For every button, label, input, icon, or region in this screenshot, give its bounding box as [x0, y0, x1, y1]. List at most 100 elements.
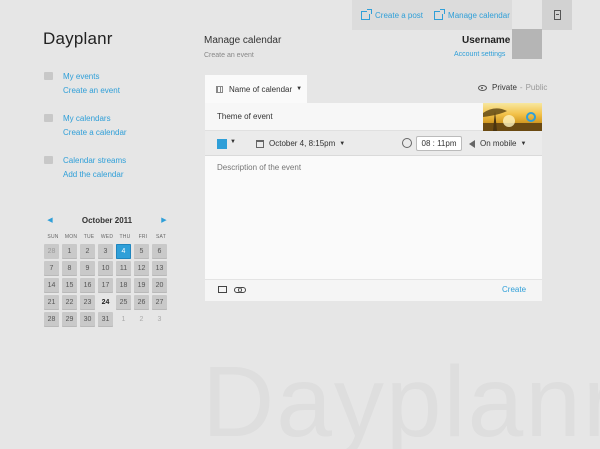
calendar-day[interactable]: 31	[98, 312, 113, 327]
calendar-day[interactable]: 5	[134, 244, 149, 259]
next-month-button[interactable]: ▶	[158, 216, 170, 224]
speaker-icon	[469, 139, 475, 148]
calendar-day[interactable]: 13	[152, 261, 167, 276]
calendar-name-label: Name of calendar	[229, 84, 293, 94]
manage-calendar-link[interactable]: Manage calendar	[434, 8, 510, 20]
avatar[interactable]	[512, 29, 542, 59]
calendar-list-icon	[216, 85, 223, 93]
calendar-day[interactable]: 17	[98, 278, 113, 293]
chevron-down-icon: ▼	[339, 140, 346, 147]
create-calendar-link[interactable]: Create a calendar	[63, 126, 127, 140]
privacy-private-option[interactable]: Private	[492, 83, 517, 92]
calendar-day[interactable]: 10	[98, 261, 113, 276]
app-logo[interactable]: Dayplanr	[43, 29, 113, 49]
calendar-day-today[interactable]: 24	[98, 295, 113, 310]
calendar-day[interactable]: 6	[152, 244, 167, 259]
calendar-day[interactable]: 21	[44, 295, 59, 310]
calendar-day[interactable]: 19	[134, 278, 149, 293]
calendar-day[interactable]: 27	[152, 295, 167, 310]
calendar-day[interactable]: 23	[80, 295, 95, 310]
calendar-day[interactable]: 9	[80, 261, 95, 276]
calendar-day[interactable]: 2	[134, 312, 149, 327]
image-icon[interactable]	[218, 286, 227, 293]
notify-dropdown[interactable]: On mobile ▼	[469, 139, 526, 148]
calendar-day[interactable]: 16	[80, 278, 95, 293]
page-title: Manage calendar	[204, 35, 282, 46]
calendar-day[interactable]: 20	[152, 278, 167, 293]
add-calendar-link[interactable]: Add the calendar	[63, 168, 126, 182]
chevron-down-icon[interactable]: ▼	[230, 139, 236, 145]
create-post-icon	[361, 8, 372, 20]
eye-icon	[478, 84, 487, 91]
manage-calendar-icon	[434, 8, 446, 20]
calendar-day-selected[interactable]: 4	[116, 244, 131, 259]
prev-month-button[interactable]: ◀	[44, 216, 56, 224]
calendar-day[interactable]: 28	[44, 244, 59, 259]
create-event-link[interactable]: Create an event	[63, 84, 120, 98]
chevron-down-icon: ▼	[296, 86, 303, 92]
calendar-day[interactable]: 2	[80, 244, 95, 259]
calendar-month-title: October 2011	[81, 215, 133, 225]
calendar-day[interactable]: 14	[44, 278, 59, 293]
chevron-down-icon: ▼	[520, 140, 527, 147]
calendar-streams-link[interactable]: Calendar streams	[63, 154, 126, 168]
calendar-grid: 28 1 2 3 4 5 6 7 8 9 10 11 12 13 14 15 16 17 18 19 20 21 22 23 2…	[44, 244, 167, 327]
calendar-day[interactable]: 15	[62, 278, 77, 293]
create-post-label: Create a post	[375, 10, 424, 20]
top-actions-bar: Create a post Manage calendar	[352, 0, 512, 30]
calendar-day[interactable]: 18	[116, 278, 131, 293]
manage-calendar-label: Manage calendar	[448, 10, 510, 20]
my-events-link[interactable]: My events	[63, 70, 120, 84]
logout-button[interactable]	[542, 0, 572, 30]
create-post-link[interactable]: Create a post	[361, 8, 424, 20]
weekday-label: THU	[119, 234, 131, 240]
color-picker-swatch[interactable]	[217, 139, 227, 149]
calendar-day[interactable]: 8	[62, 261, 77, 276]
calendar-day[interactable]: 30	[80, 312, 95, 327]
calendar-name-dropdown[interactable]: Name of calendar ▼	[205, 75, 307, 103]
alarm-clock-icon	[402, 138, 412, 148]
notify-value: On mobile	[480, 139, 517, 148]
theme-field[interactable]: Theme of event	[217, 112, 273, 121]
description-textarea[interactable]	[205, 157, 542, 278]
calendar-day[interactable]: 25	[116, 295, 131, 310]
weekday-label: FRI	[138, 234, 148, 240]
calendar-icon	[256, 139, 264, 148]
calendar-weekdays: SUN MON TUE WED THU FRI SAT	[44, 234, 170, 240]
privacy-public-option[interactable]: Public	[526, 83, 548, 92]
calendar-day[interactable]: 22	[62, 295, 77, 310]
events-icon	[44, 72, 53, 80]
door-icon	[553, 10, 561, 20]
calendar-day[interactable]: 12	[134, 261, 149, 276]
calendar-day[interactable]: 28	[44, 312, 59, 327]
calendar-day[interactable]: 3	[98, 244, 113, 259]
my-calendars-link[interactable]: My calendars	[63, 112, 127, 126]
nav-group-calendars: My calendars Create a calendar	[44, 112, 127, 140]
calendar-day[interactable]: 26	[134, 295, 149, 310]
reminder-time-input[interactable]	[416, 136, 462, 151]
privacy-toggle: Private - Public	[478, 83, 547, 92]
calendar-day[interactable]: 29	[62, 312, 77, 327]
nav-group-events: My events Create an event	[44, 70, 120, 98]
calendar-day[interactable]: 1	[116, 312, 131, 327]
weekday-label: SUN	[47, 234, 59, 240]
nav-group-streams: Calendar streams Add the calendar	[44, 154, 126, 182]
event-date-value: October 4, 8:15pm	[269, 139, 336, 148]
create-button[interactable]: Create	[502, 285, 526, 294]
calendar-day[interactable]: 7	[44, 261, 59, 276]
weekday-label: MON	[64, 234, 78, 240]
calendar-day[interactable]: 1	[62, 244, 77, 259]
calendars-icon	[44, 114, 53, 122]
weekday-label: WED	[100, 234, 114, 240]
refresh-icon[interactable]	[526, 112, 536, 122]
date-picker[interactable]: October 4, 8:15pm ▼	[256, 139, 345, 148]
page-subtitle: Create an event	[204, 52, 254, 59]
watermark-logo: Dayplanr	[202, 346, 600, 449]
weekday-label: TUE	[83, 234, 95, 240]
calendar-header: ◀ October 2011 ▶	[44, 214, 170, 226]
link-icon[interactable]	[234, 286, 246, 293]
calendar-day[interactable]: 3	[152, 312, 167, 327]
streams-icon	[44, 156, 53, 164]
calendar-day[interactable]: 11	[116, 261, 131, 276]
weekday-label: SAT	[156, 234, 166, 240]
